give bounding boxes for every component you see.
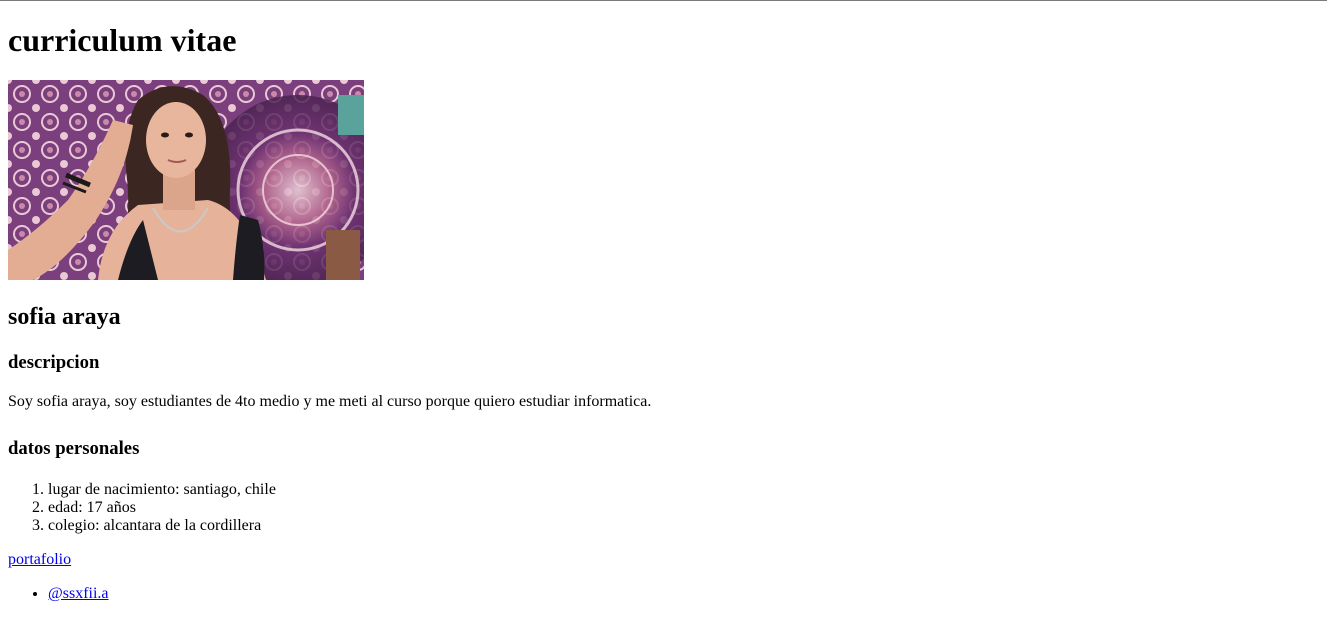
description-heading: descripcion xyxy=(8,352,100,373)
person-name: sofia araya xyxy=(8,304,121,330)
profile-photo xyxy=(8,80,364,280)
personal-data-list: lugar de nacimiento: santiago, chile eda… xyxy=(8,481,1318,535)
instagram-link[interactable]: @ssxfii.a xyxy=(48,585,109,602)
cv-page: curriculum vitae sofia araya descripcion… xyxy=(8,0,1318,603)
list-item: lugar de nacimiento: santiago, chile xyxy=(48,481,1318,499)
page-title: curriculum vitae xyxy=(8,22,237,58)
list-item: colegio: alcantara de la cordillera xyxy=(48,517,1318,535)
description-text: Soy sofia araya, soy estudiantes de 4to … xyxy=(8,393,652,410)
portfolio-link[interactable]: portafolio xyxy=(8,551,71,569)
list-item: @ssxfii.a xyxy=(48,585,1318,603)
list-item: edad: 17 años xyxy=(48,499,1318,517)
social-links-list: @ssxfii.a xyxy=(8,585,1318,603)
personal-data-heading: datos personales xyxy=(8,438,140,459)
profile-photo-illustration xyxy=(8,80,364,280)
